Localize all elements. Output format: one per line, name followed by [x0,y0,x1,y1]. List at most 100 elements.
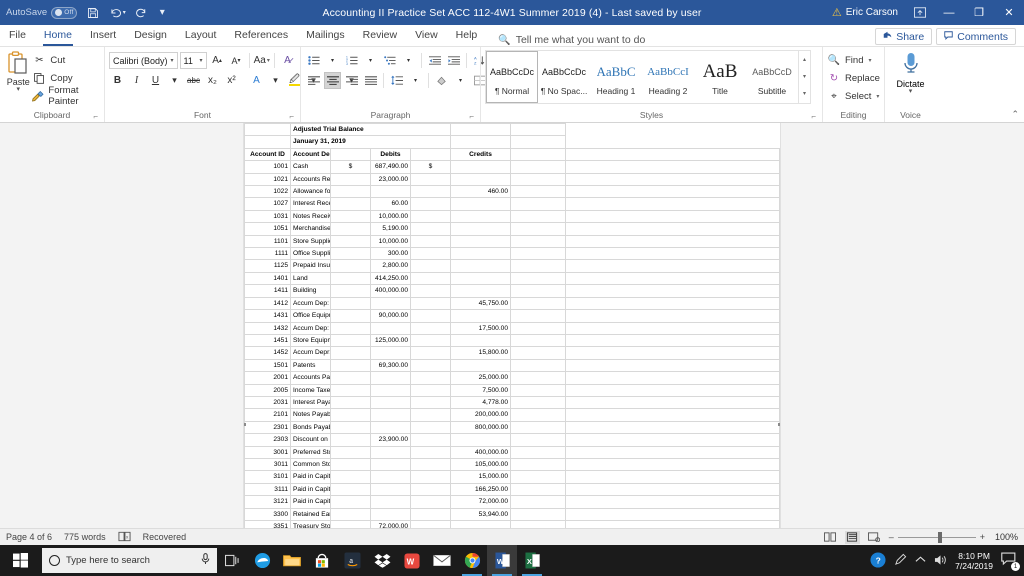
table-row[interactable]: 3111Paid in Capital In Excess of par: Co… [244,482,780,497]
underline-button[interactable]: U [147,72,164,89]
taskbar-app-mail[interactable] [427,545,457,576]
table-row[interactable]: 3101Paid in Capital In Excess of par: Pr… [244,470,780,484]
minimize-button[interactable]: — [934,0,964,25]
taskbar-app-dropbox[interactable] [367,545,397,576]
zoom-out-button[interactable]: – [889,532,894,542]
taskbar-app-chrome[interactable] [457,545,487,576]
table-row[interactable]: 1021Accounts Receivable 23,000.00 [244,172,780,187]
decrease-indent-icon[interactable] [426,52,443,69]
bold-button[interactable]: B [109,72,126,89]
redo-icon[interactable] [129,0,153,25]
table-row[interactable]: 1401 Land 414,250.00 [244,271,780,286]
line-spacing-caret-icon[interactable]: ▾ [407,72,424,89]
taskbar-app-file-explorer[interactable] [277,545,307,576]
find-caret-icon[interactable]: ▾ [868,57,871,64]
paste-dropdown-caret-icon[interactable]: ▾ [16,86,20,93]
line-spacing-icon[interactable] [388,72,405,89]
tab-file[interactable]: File [0,24,35,46]
bullets-caret-icon[interactable]: ▾ [324,52,341,69]
table-row[interactable]: 3351Treasury Stock 72,000.00 [244,519,780,528]
clipboard-dialog-launcher-icon[interactable]: ⌐ [93,110,98,123]
save-icon[interactable] [81,0,105,25]
table-row[interactable]: 3121Paid in Capital Treasury Stock 72,000… [244,495,780,509]
shrink-font-button[interactable]: A ▾ [228,52,245,69]
table-row[interactable]: 2005Income Taxes Payable 7,500.00 [244,383,780,397]
font-dialog-launcher-icon[interactable]: ⌐ [289,110,294,123]
table-row[interactable]: 1051Merchandise Inventory 5,190.00 [244,222,780,236]
scroll-down-icon[interactable]: ▾ [799,69,810,85]
autosave-switch[interactable]: Off [51,6,78,19]
table-row[interactable]: 1125Prepaid Insurance 2,800.00 [244,259,780,273]
select-caret-icon[interactable]: ▾ [876,93,879,100]
style-heading-2[interactable]: AaBbCcI Heading 2 [642,51,694,103]
styles-more-icon[interactable]: ▾ [799,86,810,102]
text-effects-button[interactable]: A [248,72,265,89]
shading-icon[interactable] [433,72,450,89]
italic-button[interactable]: I [128,72,145,89]
table-row[interactable]: 2031Interest Payable 4,778.00 [244,395,780,410]
taskbar-app-edge[interactable] [247,545,277,576]
table-row[interactable]: 2101Notes Payable long term 200,000.00 [244,408,780,422]
taskbar-app-word[interactable]: W [487,545,517,576]
table-row[interactable]: 1022Allowance for Doubtful Acc 460.00 [244,185,780,199]
comments-button[interactable]: Comments [936,28,1016,45]
find-button[interactable]: 🔍 Find ▾ [827,52,880,68]
scroll-up-icon[interactable]: ▴ [799,52,810,68]
tab-insert[interactable]: Insert [81,24,125,46]
collapse-ribbon-icon[interactable]: ⌃ [1011,109,1019,120]
microphone-icon[interactable] [201,553,210,568]
taskbar-app-amazon[interactable]: a [337,545,367,576]
dictate-caret-icon[interactable]: ▾ [909,88,913,95]
action-center-icon[interactable]: 1 [1001,552,1020,571]
tab-layout[interactable]: Layout [176,24,226,46]
table-row[interactable]: 1411 Building 400,000.00 [244,284,780,298]
zoom-in-button[interactable]: + [980,532,985,542]
ribbon-display-options-icon[interactable] [906,0,934,25]
styles-dialog-launcher-icon[interactable]: ⌐ [811,110,816,123]
replace-button[interactable]: ↻ Replace [827,70,880,86]
style-title[interactable]: AaB Title [694,51,746,103]
table-row[interactable]: 2301Bonds Payable 800,000.00 [244,420,780,435]
style-subtitle[interactable]: AaBbCcD Subtitle [746,51,798,103]
shading-caret-icon[interactable]: ▾ [452,72,469,89]
styles-gallery-scroll[interactable]: ▴ ▾ ▾ [798,51,810,103]
table-row[interactable]: 1501 Patents 69,300.00 [244,358,780,373]
clear-formatting-button[interactable]: A̷ [279,52,296,69]
bullets-icon[interactable] [305,52,322,69]
table-row[interactable]: 2001Accounts Payable 25,000.00 [244,371,780,385]
tab-view[interactable]: View [406,24,447,46]
restore-button[interactable]: ❐ [964,0,994,25]
tab-review[interactable]: Review [354,24,406,46]
strikethrough-button[interactable]: abc [185,72,202,89]
style-normal[interactable]: AaBbCcDc ¶ Normal [486,51,538,103]
table-selection-handle[interactable] [244,423,246,426]
align-left-icon[interactable] [305,72,322,89]
search-input[interactable]: Type here to search [42,548,217,573]
justify-icon[interactable] [362,72,379,89]
style-heading-1[interactable]: AaBbC Heading 1 [590,51,642,103]
windows-ink-icon[interactable] [894,553,907,568]
table-row[interactable]: 1101Store Supplies 10,000.00 [244,234,780,249]
help-icon[interactable]: ? [870,551,886,570]
table-row[interactable]: 1001 Cash $687,490.00 $ [244,160,780,174]
table-row[interactable]: 1431Office Equipment 90,000.00 [244,309,780,323]
zoom-level[interactable]: 100% [992,532,1018,542]
table-row[interactable]: 1111Office Supplies 300.00 [244,247,780,261]
document-page[interactable]: Adjusted Trial Balance January 31, 2019 … [244,123,780,528]
tab-design[interactable]: Design [125,24,176,46]
select-button[interactable]: ⌖ Select ▾ [827,88,880,104]
subscript-button[interactable]: x₂ [204,72,221,89]
proofing-errors-icon[interactable]: x [118,531,131,544]
numbering-caret-icon[interactable]: ▾ [362,52,379,69]
task-view-icon[interactable] [217,545,247,576]
zoom-thumb[interactable] [937,531,942,543]
table-row[interactable]: 2303Discount on Bonds Payable 23,900.00 [244,433,780,447]
style-no-spacing[interactable]: AaBbCcDc ¶ No Spac... [538,51,590,103]
font-name-combo[interactable]: Calibri (Body) ▾ [109,52,178,69]
page-indicator[interactable]: Page 4 of 6 [6,532,52,542]
increase-indent-icon[interactable] [445,52,462,69]
share-button[interactable]: Share [875,28,933,45]
taskbar-app-microsoft-store[interactable] [307,545,337,576]
volume-icon[interactable] [934,554,947,568]
tab-help[interactable]: Help [447,24,487,46]
